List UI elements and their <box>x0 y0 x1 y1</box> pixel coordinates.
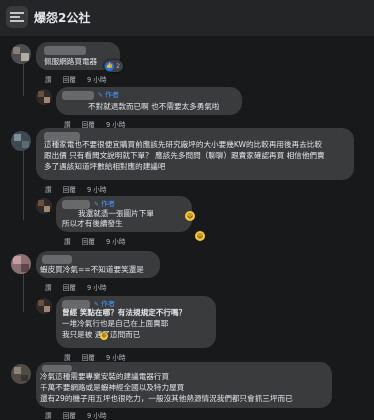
author-name-redacted[interactable] <box>62 200 90 209</box>
group-title[interactable]: 爆怨2公社 <box>34 9 90 26</box>
avatar[interactable] <box>11 44 31 64</box>
comment-actions: 讚 回覆 9 小時 <box>45 282 115 292</box>
comment-text: 千萬不要網路或是蝦神經全國以及特力屋買 <box>40 383 185 392</box>
avatar[interactable] <box>11 254 31 274</box>
comment-text: 曾經 笑點在哪？有法規規定不行嗎？ <box>62 308 186 318</box>
comment-text: 多了遇該知道坪數給相對應的建議吧 <box>44 162 166 171</box>
comment-text: 所以才有後續發生 <box>62 219 123 228</box>
author-badge: ✎ 作者 <box>98 91 120 99</box>
comment-text: 還有29的機子用五坪也很吃力，一般沒其他熱源情況我們都只會抓三坪而已 <box>40 394 293 403</box>
author-name-redacted[interactable] <box>62 91 94 100</box>
like-icon: 👍 <box>105 61 114 71</box>
thread-line <box>23 272 24 312</box>
reply-button[interactable]: 回覆 <box>63 284 76 292</box>
like-button[interactable]: 讚 <box>64 354 71 362</box>
reply-button[interactable]: 回覆 <box>63 76 76 84</box>
comment-bubble: 冷氣這種需要專業安裝的建議電器行買 千萬不要網路或是蝦神經全國以及特力屋買 還有… <box>36 362 332 408</box>
avatar[interactable] <box>11 131 31 151</box>
like-button[interactable]: 讚 <box>45 76 52 84</box>
reply-button[interactable]: 回覆 <box>63 186 76 194</box>
avatar[interactable] <box>36 298 52 314</box>
group-avatar[interactable] <box>6 6 28 28</box>
comment-actions: 讚 回覆 9 小時 <box>45 410 115 420</box>
comment-text-part: 我只是被 <box>62 330 93 339</box>
author-name-redacted[interactable] <box>44 46 86 55</box>
haha-reaction-icon[interactable]: 😆 <box>185 211 195 221</box>
thread-line <box>23 60 24 96</box>
author-name-redacted[interactable] <box>42 365 72 372</box>
mention-tag[interactable]: 曾經 笑點在哪？有法規規定不行嗎？ <box>62 308 186 317</box>
comment-bubble: ✎ 作者 曾經 笑點在哪？有法規規定不行嗎？ 一堆冷氣行也是自己在上面賣耶 我只是… <box>56 296 216 348</box>
avatar[interactable] <box>36 89 52 105</box>
comment-text: 蝦皮買冷氣==不知道要笑還是 <box>40 265 144 274</box>
timestamp[interactable]: 9 小時 <box>106 354 125 362</box>
timestamp[interactable]: 9 小時 <box>106 238 125 246</box>
comment-text: 不對就退款而已啊 也不需要太多勇氣啦 <box>88 102 220 111</box>
like-button[interactable]: 讚 <box>64 238 71 246</box>
comment-bubble: ✎ 作者 不對就退款而已啊 也不需要太多勇氣啦 <box>56 87 242 115</box>
author-badge-label: 作者 <box>105 91 120 99</box>
author-badge-label: 作者 <box>101 300 116 308</box>
haha-reaction-icon: 😆 <box>100 332 108 340</box>
group-header: 爆怨2公社 <box>0 0 374 36</box>
author-badge-label: 作者 <box>101 200 116 208</box>
like-button[interactable]: 讚 <box>45 186 52 194</box>
comment-actions: 讚 回覆 9 小時 <box>64 236 134 246</box>
reply-button[interactable]: 回覆 <box>82 354 95 362</box>
like-button[interactable]: 讚 <box>45 284 52 292</box>
reaction-count-value: 2 <box>116 62 121 70</box>
reply-button[interactable]: 回覆 <box>63 412 76 420</box>
timestamp[interactable]: 9 小時 <box>87 284 106 292</box>
comment-actions: 讚 回覆 9 小時 <box>64 352 134 362</box>
comment-text: 跟出價 只有看闆文說明就下單？ 應該先多問問（聊聊）跟賣家確認再買 相信他們賣 <box>44 151 325 160</box>
reply-button[interactable]: 回覆 <box>82 238 95 246</box>
comment-bubble: 蝦皮買冷氣==不知道要笑還是 <box>36 251 160 278</box>
author-name-redacted[interactable] <box>42 255 72 264</box>
thread-line <box>23 150 24 220</box>
comment-actions: 讚 回覆 9 小時 <box>45 74 115 84</box>
comment-text: 我還就憑一張圖片下單 <box>78 209 154 218</box>
timestamp[interactable]: 9 小時 <box>87 412 106 420</box>
comment-text: 這種家電也不要很便宜購買前應該先研究廠坪的大小要幾KW的比較再用後再去比較 <box>44 140 322 149</box>
reaction-count[interactable]: 👍 2 <box>104 60 124 72</box>
author-badge: ✎ 作者 <box>94 200 116 208</box>
comment-actions: 讚 回覆 9 小時 <box>45 184 115 194</box>
timestamp[interactable]: 9 小時 <box>87 76 106 84</box>
like-button[interactable]: 讚 <box>45 412 52 420</box>
comment-text: 一堆冷氣行也是自己在上面賣耶 <box>62 319 169 328</box>
timestamp[interactable]: 9 小時 <box>87 186 106 194</box>
avatar[interactable] <box>36 198 52 214</box>
comment-bubble: 這種家電也不要很便宜購買前應該先研究廠坪的大小要幾KW的比較再用後再去比較 跟出… <box>36 128 354 180</box>
comment-text: 冷氣這種需要專業安裝的建議電器行買 <box>40 372 170 381</box>
haha-reaction-icon[interactable]: 😆 <box>195 231 205 241</box>
comment-text: 佩服網路買電器 <box>44 57 98 66</box>
comment-bubble: ✎ 作者 我還就憑一張圖片下單 所以才有後續發生 <box>56 196 192 232</box>
avatar[interactable] <box>11 364 31 384</box>
